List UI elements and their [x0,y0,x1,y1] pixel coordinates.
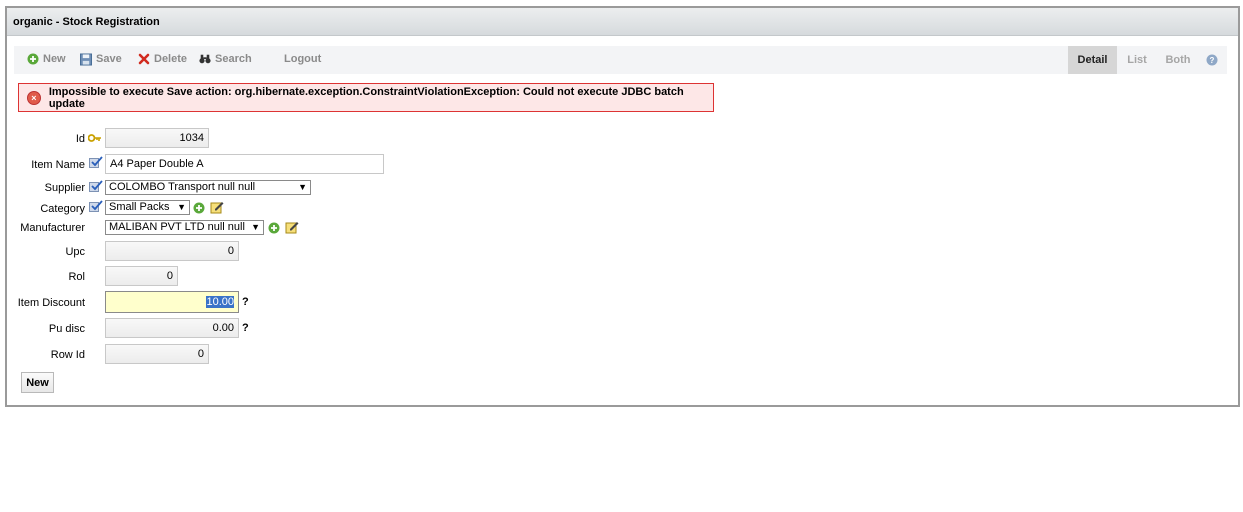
new-record-button[interactable]: New [21,372,54,393]
new-label: New [43,53,66,65]
pu-disc-field[interactable]: 0.00 [105,318,239,338]
row-id-field[interactable]: 0 [105,344,209,364]
delete-label: Delete [154,53,188,65]
logout-button[interactable]: Logout [284,53,321,65]
manufacturer-label: Manufacturer [20,222,85,234]
required-check-icon [89,156,103,168]
error-text: Impossible to execute Save action: org.h… [48,85,684,110]
category-value: Small Packs [109,201,170,213]
main-window: organic - Stock Registration New Save De… [5,6,1240,407]
item-name-label: Item Name [31,159,85,171]
key-icon [87,132,101,145]
add-icon [27,53,39,65]
category-select[interactable]: Small Packs ▼ [105,200,190,215]
id-field[interactable]: 1034 [105,128,209,148]
search-button[interactable]: Search [199,53,252,65]
svg-text:?: ? [1210,56,1215,65]
pu-disc-label: Pu disc [48,323,85,335]
edit-category-icon[interactable] [210,200,224,214]
search-label: Search [215,53,252,65]
rol-field[interactable]: 0 [105,266,178,286]
add-category-icon[interactable] [193,202,206,215]
tab-list[interactable]: List [1121,46,1153,74]
supplier-label: Supplier [44,182,85,194]
supplier-select[interactable]: COLOMBO Transport null null ▼ [105,180,311,195]
save-icon [80,53,92,65]
manufacturer-select[interactable]: MALIBAN PVT LTD null null ▼ [105,220,264,235]
add-manufacturer-icon[interactable] [268,222,281,235]
item-discount-field[interactable]: 10.00 [105,291,239,313]
delete-icon [138,53,150,65]
rol-label: Rol [68,271,85,283]
help-icon[interactable]: ? [1204,46,1220,74]
item-name-field[interactable]: A4 Paper Double A [105,154,384,174]
upc-label: Upc [65,246,85,258]
dropdown-arrow-icon: ▼ [251,222,260,232]
logout-label: Logout [284,53,322,65]
dropdown-arrow-icon: ▼ [177,202,186,212]
manufacturer-value: MALIBAN PVT LTD null null [109,221,245,233]
save-label: Save [96,53,122,65]
dropdown-arrow-icon: ▼ [298,182,307,192]
supplier-value: COLOMBO Transport null null [109,181,256,193]
new-button[interactable]: New [27,53,66,65]
item-discount-value: 10.00 [206,296,234,308]
tab-detail[interactable]: Detail [1068,46,1117,74]
error-message: × Impossible to execute Save action: org… [18,83,714,112]
edit-manufacturer-icon[interactable] [285,220,299,234]
toolbar: New Save Delete Search Logout Detail Lis… [14,46,1227,74]
item-discount-label: Item Discount [17,297,85,309]
pu-disc-help[interactable]: ? [242,322,249,334]
category-label: Category [40,203,85,215]
tab-both[interactable]: Both [1162,46,1194,74]
required-check-icon [89,180,103,192]
error-icon: × [27,90,41,105]
row-id-label: Row Id [50,349,85,361]
window-title: organic - Stock Registration [7,8,1238,36]
delete-button[interactable]: Delete [138,53,187,65]
id-label: Id [75,133,85,145]
binoculars-icon [199,53,211,65]
item-discount-help[interactable]: ? [242,296,249,308]
save-button[interactable]: Save [80,53,122,65]
required-check-icon [89,200,103,212]
upc-field[interactable]: 0 [105,241,239,261]
